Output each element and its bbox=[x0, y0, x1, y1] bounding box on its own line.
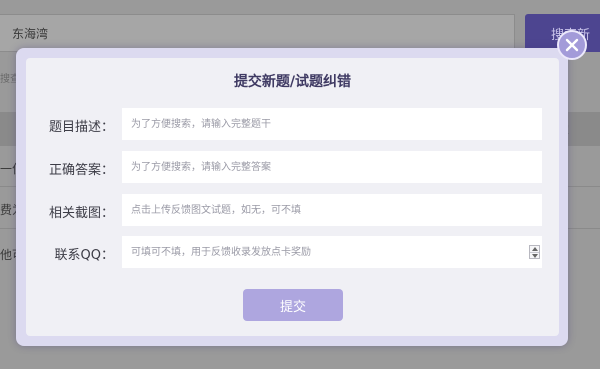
submit-button[interactable]: 提交 bbox=[243, 289, 343, 321]
field-row-screenshot: 相关截图： bbox=[26, 194, 559, 226]
qq-number-stepper[interactable] bbox=[529, 245, 540, 259]
description-label: 题目描述： bbox=[48, 120, 114, 135]
description-input[interactable] bbox=[122, 108, 542, 140]
close-icon bbox=[565, 38, 579, 52]
screenshot-label: 相关截图： bbox=[48, 206, 114, 221]
screenshot-upload-input[interactable] bbox=[122, 194, 542, 226]
answer-label: 正确答案： bbox=[48, 163, 114, 178]
close-button[interactable] bbox=[557, 30, 587, 60]
field-row-answer: 正确答案： bbox=[26, 151, 559, 183]
field-row-description: 题目描述： bbox=[26, 108, 559, 140]
answer-input[interactable] bbox=[122, 151, 542, 183]
background-search-value: 东海湾 bbox=[12, 27, 49, 41]
stepper-down-icon[interactable] bbox=[530, 252, 539, 258]
field-row-qq: 联系QQ： bbox=[26, 236, 559, 268]
background-search-bar: 东海湾 bbox=[0, 14, 515, 52]
qq-label: 联系QQ： bbox=[54, 248, 114, 263]
dialog-title: 提交新题/试题纠错 bbox=[233, 74, 352, 90]
feedback-dialog: 提交新题/试题纠错 题目描述： 正确答案： 相关截图： 联系QQ： 提交 bbox=[26, 58, 559, 336]
qq-input[interactable] bbox=[122, 236, 542, 268]
